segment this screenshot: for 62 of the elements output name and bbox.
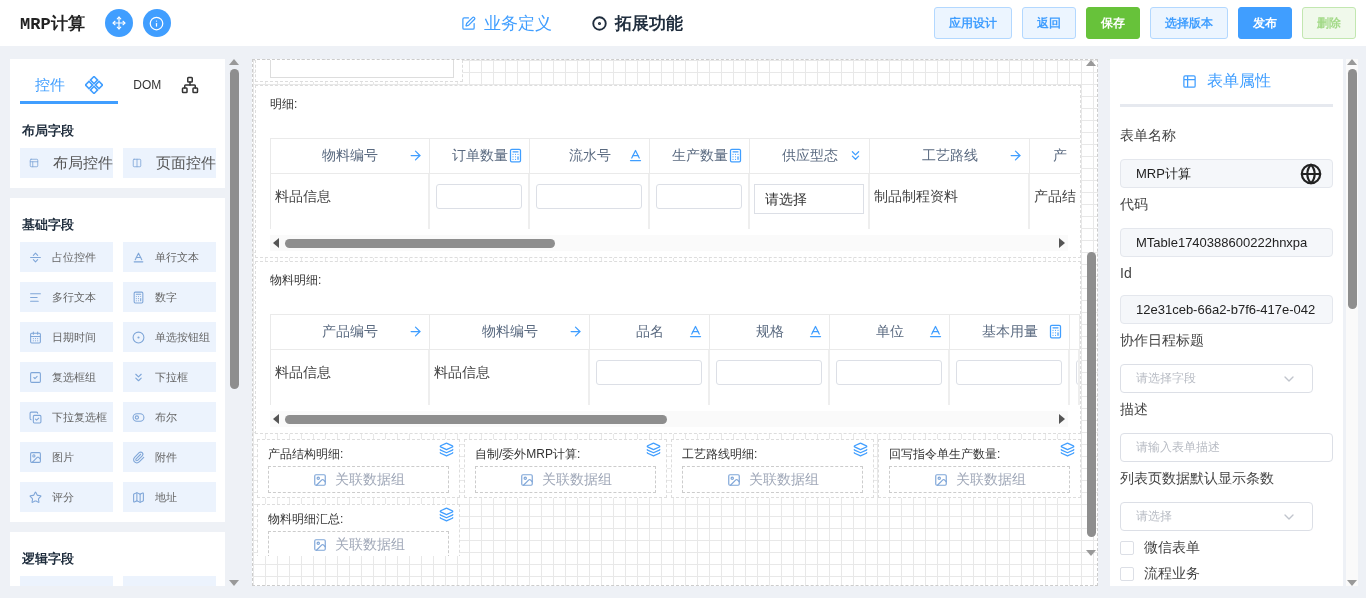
field-tile[interactable]: 下拉框 <box>123 362 216 392</box>
column-header: 产 <box>1030 139 1080 174</box>
field-tile[interactable]: 图片 <box>20 442 113 472</box>
section-title: 基础字段 <box>22 216 75 234</box>
subform-title: 产品结构明细: <box>268 446 345 463</box>
field-tile[interactable]: 布局控件 <box>20 148 113 178</box>
field-label: 协作日程标题 <box>1120 332 1205 350</box>
column-header: 物料编号 <box>271 139 430 174</box>
cell-select[interactable]: 请选择 <box>754 184 864 214</box>
panel-tab[interactable]: DOM <box>117 69 215 104</box>
field-tile[interactable]: 布尔 <box>123 402 216 432</box>
section-title: 逻辑字段 <box>22 550 75 568</box>
subform-title: 工艺路线明细: <box>682 446 759 463</box>
mode-tab[interactable]: 业务定义 <box>461 7 553 39</box>
panel-tab[interactable]: 控件 <box>20 69 118 104</box>
field-label: 表单名称 <box>1120 127 1177 145</box>
field-tile[interactable]: 复选框组 <box>20 362 113 392</box>
column-header: 订单数量 <box>430 139 530 174</box>
field-tile[interactable]: 下拉复选框 <box>20 402 113 432</box>
field-label: 列表页数据默认显示条数 <box>1120 470 1275 488</box>
input-field[interactable]: MTable1740388600222hnxpa <box>1120 228 1333 257</box>
column-header: 生产数量 <box>650 139 750 174</box>
table-cell-text: 料品信息 <box>275 363 331 382</box>
subform-title: 自制/委外MRP计算: <box>475 446 582 463</box>
field-tile[interactable]: 占位控件 <box>20 242 113 272</box>
field-label: 代码 <box>1120 196 1149 214</box>
column-header: 供应型态 <box>750 139 870 174</box>
column-header: 产品编号 <box>271 315 430 350</box>
column-header: 单位 <box>830 315 950 350</box>
column-header: 品名 <box>590 315 710 350</box>
column-header: 流水号 <box>530 139 650 174</box>
column-header: 工艺路线 <box>870 139 1030 174</box>
column-header: 物料编号 <box>430 315 590 350</box>
table-cell-text: 制品制程资料 <box>874 187 958 206</box>
field-tile[interactable]: 日期时间 <box>20 322 113 352</box>
table-cell-text: 产品结 <box>1034 187 1076 206</box>
subform-title: 物料明细汇总: <box>268 511 345 528</box>
checkbox-label: 微信表单 <box>1144 539 1200 557</box>
checkbox-label: 流程业务 <box>1144 565 1200 583</box>
section-label: 物料明细: <box>270 272 323 289</box>
table-cell-text: 料品信息 <box>275 187 331 206</box>
table-cell-text: 料品信息 <box>434 363 490 382</box>
input-field[interactable]: MRP计算 <box>1120 159 1333 188</box>
section-label: 明细: <box>270 96 299 113</box>
column-header: 规格 <box>710 315 830 350</box>
subform-title: 回写指令单生产数量: <box>889 446 1002 463</box>
panel-title: 表单属性 <box>1120 59 1333 107</box>
field-tile[interactable]: 评分 <box>20 482 113 512</box>
field-tile[interactable]: 地址 <box>123 482 216 512</box>
field-label: Id <box>1120 265 1133 281</box>
section-title: 布局字段 <box>22 122 75 140</box>
column-header: 基本用量 <box>950 315 1070 350</box>
field-tile[interactable]: 附件 <box>123 442 216 472</box>
field-tile[interactable]: 单行文本 <box>123 242 216 272</box>
input-field[interactable]: 12e31ceb-66a2-b7f6-417e-042 <box>1120 295 1333 324</box>
field-label: 描述 <box>1120 401 1149 419</box>
field-tile[interactable]: 多行文本 <box>20 282 113 312</box>
app-title: MRP计算 <box>20 13 85 35</box>
field-tile[interactable]: 数字 <box>123 282 216 312</box>
field-tile[interactable]: 单选按钮组 <box>123 322 216 352</box>
field-tile[interactable]: 页面控件 <box>123 148 216 178</box>
mode-tab[interactable]: 拓展功能 <box>592 7 684 39</box>
